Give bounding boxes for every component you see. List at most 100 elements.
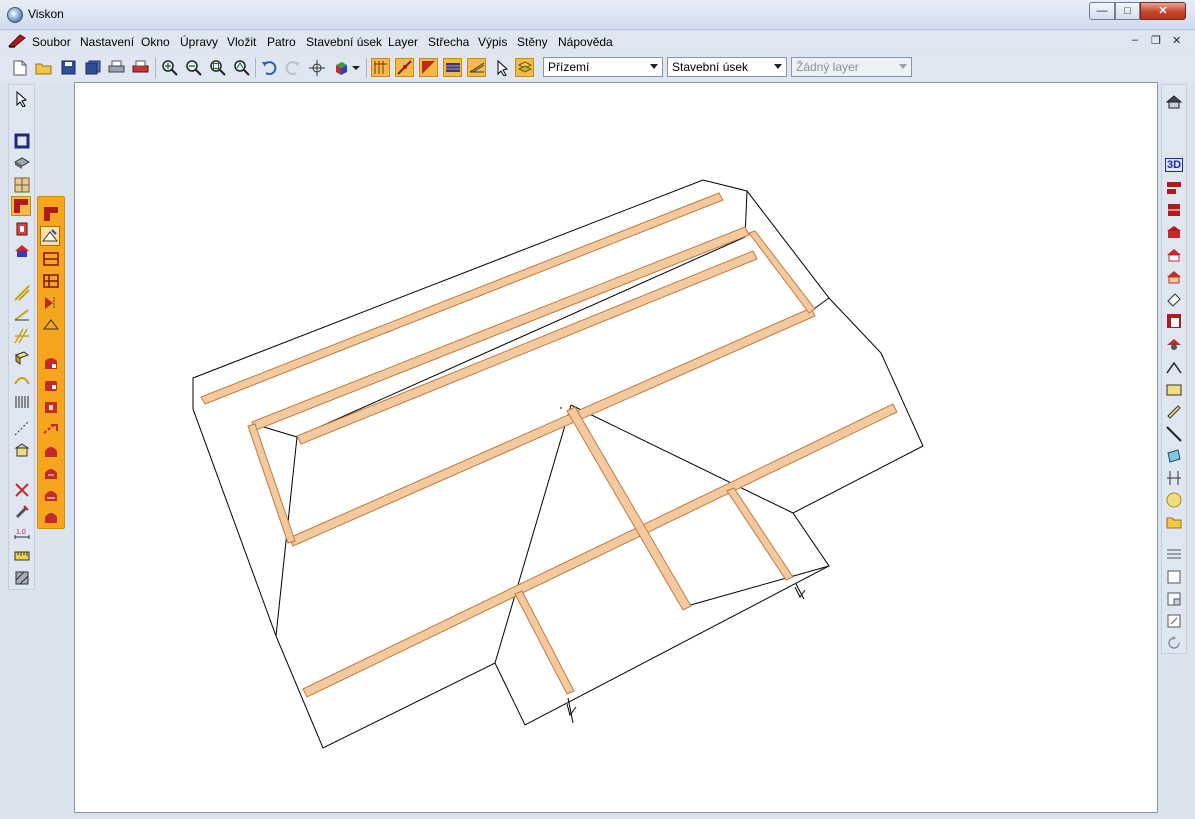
plank-icon[interactable] xyxy=(1164,402,1184,422)
truss-icon[interactable] xyxy=(467,58,486,77)
save-icon[interactable] xyxy=(59,58,78,77)
eraser-icon[interactable] xyxy=(1164,289,1184,309)
gear-roof-icon[interactable] xyxy=(1164,334,1184,354)
drawing-canvas[interactable]: .ln { fill:none; stroke:#000; stroke-wid… xyxy=(74,82,1158,813)
menu-strecha[interactable]: Střecha xyxy=(428,35,469,49)
view-house-icon[interactable] xyxy=(1164,92,1184,112)
open-folder-icon[interactable] xyxy=(34,58,53,77)
roof-plane-split-icon[interactable] xyxy=(41,249,61,269)
menu-steny[interactable]: Stěny xyxy=(517,35,548,49)
menu-soubor[interactable]: Soubor xyxy=(32,35,71,49)
roof-dome-icon[interactable] xyxy=(41,441,61,461)
roof-icon[interactable] xyxy=(41,204,61,224)
open-folder-right-icon[interactable] xyxy=(1164,512,1184,532)
window-shrink-icon[interactable] xyxy=(1164,611,1184,631)
menu-stavebni-usek[interactable]: Stavební úsek xyxy=(306,35,382,49)
purlin-tool-icon[interactable] xyxy=(12,304,32,324)
delete-icon[interactable] xyxy=(12,480,32,500)
app-icon[interactable] xyxy=(7,7,23,23)
house-side-icon[interactable] xyxy=(1164,267,1184,287)
menu-okno[interactable]: Okno xyxy=(141,35,170,49)
menu-vlozit[interactable]: Vložit xyxy=(227,35,256,49)
zoom-window-icon[interactable] xyxy=(208,58,227,77)
batten-tool-icon[interactable] xyxy=(12,326,32,346)
modify-icon[interactable] xyxy=(12,502,32,522)
view-3d-icon[interactable]: 3D xyxy=(1164,155,1184,175)
roof-cover-icon[interactable] xyxy=(443,58,462,77)
roof-dome-delete-icon[interactable] xyxy=(41,507,61,527)
menu-patro[interactable]: Patro xyxy=(267,35,296,49)
list-view-icon[interactable] xyxy=(1164,545,1184,565)
window-single-icon[interactable] xyxy=(1164,567,1184,587)
roof-dome-edit-icon[interactable] xyxy=(41,485,61,505)
ruler-icon[interactable] xyxy=(12,546,32,566)
dormer-icon[interactable] xyxy=(41,353,61,373)
menu-nastaveni[interactable]: Nastavení xyxy=(80,35,134,49)
gable-icon[interactable] xyxy=(41,315,61,335)
skylight-icon[interactable] xyxy=(41,419,61,439)
roof-tool-icon[interactable] xyxy=(11,196,31,216)
view-section-icon[interactable] xyxy=(1164,200,1184,220)
section-select[interactable]: Stavební úsek xyxy=(667,57,787,77)
zoom-all-icon[interactable] xyxy=(232,58,251,77)
print-preview-icon[interactable] xyxy=(131,58,150,77)
menu-upravy[interactable]: Úpravy xyxy=(180,35,218,49)
window-tool-icon[interactable] xyxy=(12,175,32,195)
dormer-shed-icon[interactable] xyxy=(41,397,61,417)
menu-layer[interactable]: Layer xyxy=(388,35,418,49)
zoom-out-icon[interactable] xyxy=(184,58,203,77)
polyline-icon[interactable] xyxy=(1164,358,1184,378)
house-tool-icon[interactable] xyxy=(12,241,32,261)
minimize-button[interactable]: — xyxy=(1089,2,1115,20)
hatch-icon[interactable] xyxy=(12,568,32,588)
layer-stack-icon[interactable] xyxy=(515,58,534,77)
dormer-flat-icon[interactable] xyxy=(41,375,61,395)
roof-dome-window-icon[interactable] xyxy=(41,463,61,483)
view-2d-icon[interactable] xyxy=(1164,490,1184,510)
render-3d-icon[interactable] xyxy=(331,58,350,77)
line-draw-icon[interactable] xyxy=(1164,424,1184,444)
stud-tool-icon[interactable] xyxy=(12,392,32,412)
roof-wizard-icon[interactable] xyxy=(40,226,60,246)
dimension-icon[interactable]: 1.0 xyxy=(12,524,32,544)
dashed-line-tool-icon[interactable] xyxy=(12,418,32,438)
roof-edge-icon[interactable] xyxy=(41,293,61,313)
undo-icon[interactable] xyxy=(259,58,278,77)
view-plan-icon[interactable] xyxy=(1164,178,1184,198)
connector-icon[interactable] xyxy=(1164,468,1184,488)
frame-icon[interactable] xyxy=(1164,311,1184,331)
beam-tool-icon[interactable] xyxy=(12,348,32,368)
view-elevation-icon[interactable] xyxy=(1164,222,1184,242)
maximize-button[interactable]: □ xyxy=(1115,2,1140,20)
roof-snap-icon[interactable] xyxy=(395,58,414,77)
menu-vypis[interactable]: Výpis xyxy=(478,35,507,49)
mdi-close-button[interactable]: ✕ xyxy=(1172,34,1181,47)
new-file-icon[interactable] xyxy=(10,58,29,77)
panel-icon[interactable] xyxy=(1164,446,1184,466)
mdi-restore-button[interactable]: ❐ xyxy=(1151,34,1161,47)
column-tool-icon[interactable] xyxy=(12,219,32,239)
house-front-icon[interactable] xyxy=(1164,245,1184,265)
building-tool-icon[interactable] xyxy=(12,440,32,460)
menu-napoveda[interactable]: Nápověda xyxy=(558,35,613,49)
select-pointer-icon[interactable] xyxy=(12,89,32,109)
pointer-icon[interactable] xyxy=(493,58,512,77)
mdi-minimize-button[interactable]: – xyxy=(1132,34,1138,46)
refresh-icon[interactable] xyxy=(1164,633,1184,653)
window-tile-icon[interactable] xyxy=(1164,589,1184,609)
save-all-icon[interactable] xyxy=(83,58,102,77)
floor-select[interactable]: Přízemí xyxy=(543,57,663,77)
area-icon[interactable] xyxy=(1164,380,1184,400)
print-icon[interactable] xyxy=(107,58,126,77)
roof-plane-icon[interactable] xyxy=(419,58,438,77)
roof-plane-divide-icon[interactable] xyxy=(41,271,61,291)
zoom-in-icon[interactable] xyxy=(160,58,179,77)
render-dropdown-arrow[interactable] xyxy=(350,58,362,77)
wall-tool-icon[interactable] xyxy=(12,131,32,151)
pan-icon[interactable] xyxy=(307,58,326,77)
rafter-tool-icon[interactable] xyxy=(12,283,32,303)
slab-tool-icon[interactable] xyxy=(12,153,32,173)
rafter-grid-icon[interactable] xyxy=(371,58,390,77)
close-button[interactable]: ✕ xyxy=(1140,2,1186,20)
arch-tool-icon[interactable] xyxy=(12,370,32,390)
